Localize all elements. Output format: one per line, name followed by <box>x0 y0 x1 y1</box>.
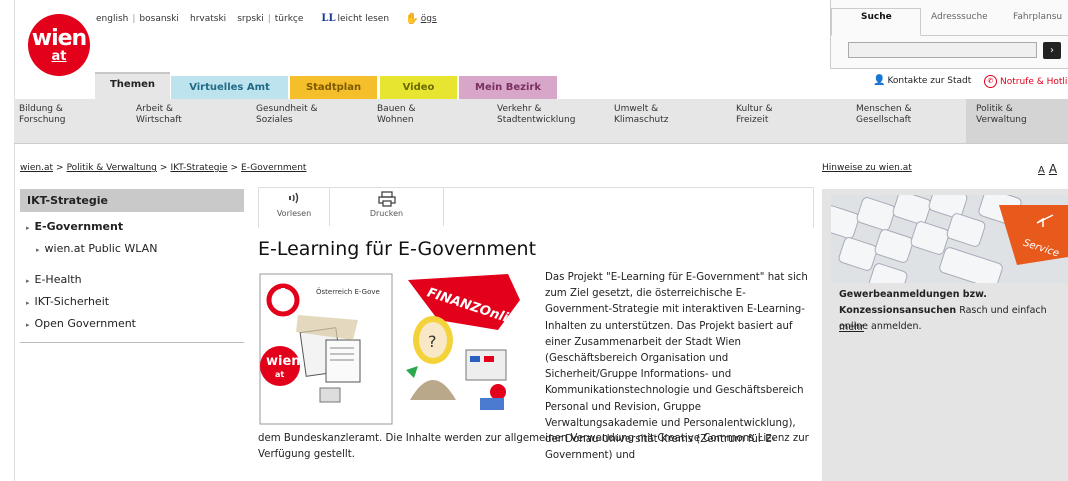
breadcrumb-home[interactable]: wien.at <box>20 163 53 173</box>
emergency-link[interactable]: ✆ Notrufe & Hotli <box>984 75 1067 88</box>
lang-hrvatski[interactable]: hrvatski <box>190 14 226 24</box>
article-illustration: Österreich E-Gove wien at FINANZOnline ? <box>258 270 538 430</box>
tab-virtuelles-amt[interactable]: Virtuelles Amt <box>171 76 288 99</box>
sidebar-item-e-health[interactable]: ▸ E-Health <box>26 273 82 286</box>
sign-language-link[interactable]: ✋ ögs <box>405 12 437 25</box>
breadcrumb: wien.at > Politik & Verwaltung > IKT-Strateg… <box>20 163 307 173</box>
category-politik[interactable]: Politik & Verwaltung <box>976 104 1027 126</box>
keyboard-image[interactable]: Service <box>820 185 1068 297</box>
sidebar-divider <box>20 342 244 343</box>
tab-address-search[interactable]: Adresssuche <box>931 12 988 22</box>
contacts-label: Kontakte zur Stadt <box>887 75 972 86</box>
lang-srpski[interactable]: srpski <box>237 14 264 24</box>
svg-text:?: ? <box>428 332 437 351</box>
category-kultur[interactable]: Kultur & Freizeit <box>736 104 772 126</box>
print-label: Drucken <box>369 209 404 218</box>
breadcrumb-ikt[interactable]: IKT-Strategie <box>170 163 227 173</box>
teaser-more-link[interactable]: mehr <box>839 322 864 333</box>
speaker-icon <box>259 191 329 207</box>
sidebar-item-open-government[interactable]: ▸ Open Government <box>26 317 136 330</box>
sidebar-heading[interactable]: IKT-Strategie <box>20 189 244 212</box>
bullet-icon: ▸ <box>26 224 30 232</box>
read-aloud-label: Vorlesen <box>276 209 312 218</box>
article-paragraph-full: dem Bundeskanzleramt. Die Inhalte werden… <box>258 433 809 461</box>
language-bar: english | bosanski | hrvatski | srpski |… <box>96 12 437 25</box>
divider: | <box>267 13 271 24</box>
contacts-link[interactable]: 👤 Kontakte zur Stadt <box>873 75 971 86</box>
hand-icon: ✋ <box>405 12 419 25</box>
divider: | <box>132 13 136 24</box>
font-size-large-button[interactable]: A <box>1049 162 1057 176</box>
category-menschen[interactable]: Menschen & Gesellschaft <box>856 104 911 126</box>
breadcrumb-egov[interactable]: E-Government <box>241 163 306 173</box>
person-icon: 👤 <box>873 75 886 86</box>
illustration-logo-bottom: at <box>275 370 284 379</box>
page-title: E-Learning für E-Government <box>258 238 537 260</box>
tab-mein-bezirk[interactable]: Mein Bezirk <box>459 76 557 99</box>
bullet-icon: ▸ <box>36 246 40 254</box>
category-arbeit[interactable]: Arbeit & Wirtschaft <box>136 104 182 126</box>
teaser-text: Gewerbeanmeldungen bzw. Konzessionsansuc… <box>839 287 1068 335</box>
tab-timetable-search[interactable]: Fahrplansu <box>1013 12 1062 22</box>
sign-language-label: ögs <box>420 13 437 24</box>
tab-video[interactable]: Video <box>380 76 457 99</box>
easy-read-label: leicht lesen <box>337 13 390 24</box>
print-button[interactable]: Drucken <box>330 188 444 226</box>
tab-search-label[interactable]: Suche <box>861 12 892 22</box>
printer-icon <box>330 191 443 207</box>
sidebar-item-public-wlan[interactable]: ▸ wien.at Public WLAN <box>36 242 157 255</box>
emergency-label: Notrufe & Hotli <box>1000 76 1068 87</box>
sidebar-item-e-government[interactable]: ▸ E-Government <box>26 220 123 233</box>
lang-english[interactable]: english <box>96 14 128 24</box>
easy-read-link[interactable]: LL leicht lesen <box>321 13 389 24</box>
easy-read-icon: LL <box>321 13 336 24</box>
font-size-controls: AA <box>1038 162 1057 176</box>
category-umwelt[interactable]: Umwelt & Klimaschutz <box>614 104 668 126</box>
logo-text-top: wien <box>31 26 87 51</box>
category-gesundheit[interactable]: Gesundheit & Soziales <box>256 104 317 126</box>
category-verkehr[interactable]: Verkehr & Stadtentwicklung <box>497 104 575 126</box>
tab-themen[interactable]: Themen <box>95 72 170 101</box>
illustration-country-label: Österreich E-Gove <box>316 287 380 296</box>
bullet-icon: ▸ <box>26 321 30 329</box>
hints-link[interactable]: Hinweise zu wien.at <box>822 163 912 173</box>
bullet-icon: ▸ <box>26 277 30 285</box>
lang-tuerkce[interactable]: türkçe <box>275 14 304 24</box>
read-aloud-button[interactable]: Vorlesen <box>259 188 330 226</box>
search-submit-button[interactable]: › <box>1043 42 1061 59</box>
category-bildung[interactable]: Bildung & Forschung <box>19 104 66 126</box>
sidebar-item-ikt-sicherheit[interactable]: ▸ IKT-Sicherheit <box>26 295 109 308</box>
tab-stadtplan[interactable]: Stadtplan <box>290 76 377 99</box>
font-size-small-button[interactable]: A <box>1038 165 1045 176</box>
lang-bosanski[interactable]: bosanski <box>139 14 179 24</box>
breadcrumb-politik[interactable]: Politik & Verwaltung <box>67 163 157 173</box>
illustration-logo-top: wien <box>266 354 301 369</box>
page-border <box>14 0 15 481</box>
logo-text-bottom: at <box>51 49 67 64</box>
category-bauen[interactable]: Bauen & Wohnen <box>377 104 416 126</box>
phone-icon: ✆ <box>984 75 997 88</box>
bullet-icon: ▸ <box>26 299 30 307</box>
wien-at-logo[interactable]: wien at <box>28 14 90 76</box>
search-input[interactable] <box>848 42 1037 58</box>
